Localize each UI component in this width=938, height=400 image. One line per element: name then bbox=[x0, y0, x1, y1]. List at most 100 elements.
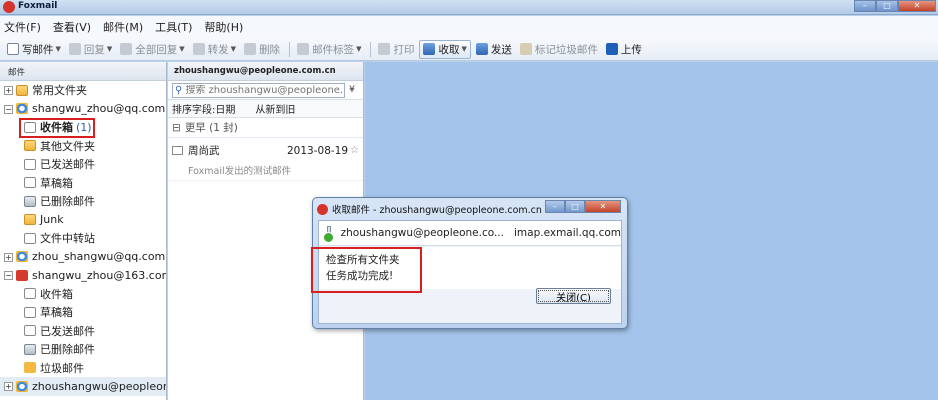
tree-junk-1[interactable]: Junk bbox=[0, 211, 166, 230]
double-chevron-down-icon[interactable]: ¥ bbox=[345, 85, 359, 95]
transit-icon bbox=[24, 232, 36, 244]
sent-icon bbox=[24, 158, 36, 170]
chevron-down-icon: ▼ bbox=[230, 45, 237, 53]
menu-file[interactable]: 文件(F) bbox=[4, 19, 41, 35]
window-title: Foxmail bbox=[18, 1, 58, 11]
receive-icon bbox=[423, 43, 436, 55]
chevron-down-icon: ▼ bbox=[179, 45, 185, 53]
message-line-1: 检查所有文件夹 bbox=[326, 254, 400, 266]
tree-spam-163[interactable]: 垃圾邮件 bbox=[0, 359, 166, 378]
close-window-button[interactable]: ✕ bbox=[585, 200, 621, 213]
collapse-icon[interactable]: ⊟ bbox=[172, 122, 181, 134]
minimize-button[interactable]: – bbox=[545, 200, 565, 213]
group-label: 更早 (1 封) bbox=[184, 122, 238, 134]
send-icon bbox=[475, 43, 488, 55]
folder-icon bbox=[16, 84, 28, 96]
tree-drafts-1[interactable]: 草稿箱 bbox=[0, 174, 166, 193]
menu-view[interactable]: 查看(V) bbox=[53, 19, 91, 35]
chevron-down-icon: ▼ bbox=[461, 45, 467, 53]
toolbar: 写邮件 ▼ 回复 ▼ 全部回复 ▼ 转发 ▼ 删除 邮件标签 ▼ 打印 收取 ▼ 发送 标记… bbox=[0, 38, 938, 61]
mail-sender: 周尚武 bbox=[188, 145, 220, 157]
tree-label: 其他文件夹 bbox=[40, 139, 95, 153]
star-icon[interactable]: ☆ bbox=[350, 145, 359, 156]
receive-button[interactable]: 收取 ▼ bbox=[419, 39, 471, 59]
upload-label: 上传 bbox=[620, 43, 642, 56]
reply-all-button[interactable]: 全部回复 ▼ bbox=[117, 40, 187, 59]
expand-icon[interactable]: + bbox=[4, 252, 13, 262]
tree-sent-163[interactable]: 已发送邮件 bbox=[0, 322, 166, 341]
forward-label: 转发 bbox=[207, 43, 229, 56]
reply-icon bbox=[68, 43, 81, 55]
tree-label: shangwu_zhou@qq.com bbox=[32, 102, 166, 116]
tree-transit-1[interactable]: 文件中转站 bbox=[0, 229, 166, 248]
expand-icon[interactable]: + bbox=[4, 382, 13, 391]
mark-spam-label: 标记垃圾邮件 bbox=[534, 43, 598, 56]
forward-button[interactable]: 转发 ▼ bbox=[190, 40, 239, 59]
send-button[interactable]: 发送 bbox=[473, 40, 515, 59]
forward-icon bbox=[192, 43, 205, 55]
tree-drafts-163[interactable]: 草稿箱 bbox=[0, 303, 166, 322]
receive-label: 收取 bbox=[438, 43, 460, 56]
upload-button[interactable]: 上传 bbox=[603, 40, 645, 59]
tree-deleted-163[interactable]: 已删除邮件 bbox=[0, 340, 166, 359]
expand-icon[interactable]: + bbox=[4, 86, 13, 95]
menu-mail[interactable]: 邮件(M) bbox=[103, 19, 143, 35]
dialog-title-bar: 收取邮件 - zhoushangwu@peopleone.com.cn bbox=[317, 201, 542, 217]
drafts-icon bbox=[24, 177, 36, 189]
search-icon: ⚲ bbox=[175, 84, 183, 96]
tree-label: 收件箱 bbox=[40, 121, 73, 135]
tree-label: 草稿箱 bbox=[40, 306, 73, 320]
sent-icon bbox=[24, 325, 36, 337]
search-box[interactable]: ⚲ bbox=[172, 82, 345, 98]
maximize-button[interactable]: □ bbox=[876, 0, 898, 12]
tree-other-folders[interactable]: 其他文件夹 bbox=[0, 137, 166, 156]
dialog-window-controls: – □ ✕ bbox=[545, 200, 621, 213]
folder-icon bbox=[24, 140, 36, 152]
sort-order[interactable]: 从新到旧 bbox=[255, 101, 295, 116]
maximize-button[interactable]: □ bbox=[565, 200, 585, 213]
sort-field[interactable]: 排序字段:日期 bbox=[172, 101, 235, 116]
menu-bar: 文件(F) 查看(V) 邮件(M) 工具(T) 帮助(H) bbox=[0, 16, 938, 38]
dialog-title: 收取邮件 - zhoushangwu@peopleone.com.cn bbox=[332, 205, 542, 216]
tree-inbox-1[interactable]: 收件箱 (1) bbox=[0, 118, 166, 137]
menu-help[interactable]: 帮助(H) bbox=[204, 19, 243, 35]
list-item[interactable]: 周尚武 2013-08-19 ☆ Foxmail发出的测试邮件 bbox=[168, 138, 363, 181]
inbox-icon bbox=[24, 121, 36, 133]
collapse-icon[interactable]: − bbox=[4, 104, 13, 114]
reply-label: 回复 bbox=[83, 43, 105, 56]
minimize-button[interactable]: – bbox=[854, 0, 876, 12]
menu-tools[interactable]: 工具(T) bbox=[155, 19, 192, 35]
close-button[interactable]: 关闭(C) bbox=[536, 288, 611, 304]
reply-button[interactable]: 回复 ▼ bbox=[66, 40, 115, 59]
account-name: zhoushangwu@peopleone.co... bbox=[340, 227, 504, 239]
collapse-icon[interactable]: − bbox=[4, 271, 13, 280]
tag-label: 邮件标签 bbox=[312, 43, 355, 56]
toolbar-divider bbox=[370, 41, 372, 57]
search-input[interactable] bbox=[185, 84, 344, 96]
mark-spam-button[interactable]: 标记垃圾邮件 bbox=[517, 40, 601, 59]
tree-account-163[interactable]: − shangwu_zhou@163.com bbox=[0, 266, 166, 285]
tree-common-folders[interactable]: + 常用文件夹 bbox=[0, 81, 166, 100]
netease-163-logo-icon bbox=[16, 269, 28, 281]
group-header[interactable]: ⊟ 更早 (1 封) bbox=[168, 118, 363, 138]
message-line-2: 任务成功完成! bbox=[326, 270, 394, 282]
tag-button[interactable]: 邮件标签 ▼ bbox=[294, 40, 364, 59]
dialog-body: zhoushangwu@peopleone.co... imap.exmail.… bbox=[318, 220, 622, 324]
compose-button[interactable]: 写邮件 ▼ bbox=[4, 40, 64, 59]
tree-inbox-163[interactable]: 收件箱 bbox=[0, 285, 166, 304]
folder-tree-pane: 邮件 + 常用文件夹 − shangwu_zhou@qq.com 收件箱 (1)… bbox=[0, 62, 167, 400]
upload-icon bbox=[605, 43, 618, 55]
close-window-button[interactable]: ✕ bbox=[898, 0, 936, 12]
compose-icon bbox=[7, 43, 19, 55]
print-button[interactable]: 打印 bbox=[375, 40, 417, 59]
tree-deleted-1[interactable]: 已删除邮件 bbox=[0, 192, 166, 211]
tree-label: Junk bbox=[40, 213, 64, 227]
tree-label: 已删除邮件 bbox=[40, 343, 95, 357]
tree-sent-1[interactable]: 已发送邮件 bbox=[0, 155, 166, 174]
tree-account-qq-1[interactable]: − shangwu_zhou@qq.com bbox=[0, 100, 166, 119]
delete-button[interactable]: 删除 bbox=[241, 40, 283, 59]
tree-account-qq-2[interactable]: + zhou_shangwu@qq.com bbox=[0, 248, 166, 267]
send-label: 发送 bbox=[490, 43, 512, 56]
tree-label: zhou_shangwu@qq.com bbox=[32, 250, 166, 264]
tree-account-peopleone[interactable]: + zhoushangwu@peopleone.com bbox=[0, 377, 166, 396]
